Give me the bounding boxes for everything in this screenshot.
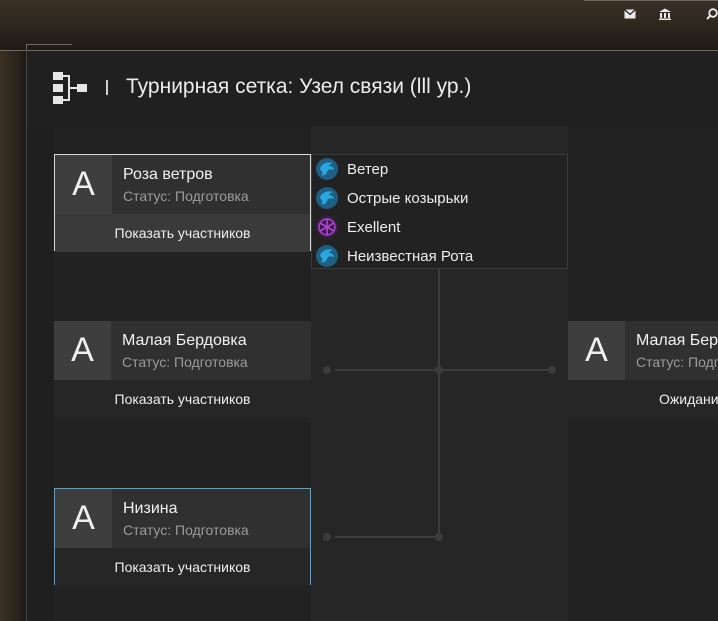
participant-name: Острые козырьки: [347, 190, 469, 207]
team-avatar: A: [568, 321, 625, 380]
eagle-emblem-icon: [315, 186, 339, 210]
waiting-button[interactable]: Ожидани: [568, 380, 718, 418]
bracket-tree-icon: [53, 72, 89, 104]
team-status: Статус: Подготовка: [123, 522, 249, 538]
team-name: Малая Бер: [636, 332, 718, 349]
team-name: Малая Бердовка: [122, 332, 247, 349]
team-name: Роза ветров: [123, 166, 213, 183]
bank-icon[interactable]: [658, 8, 672, 22]
participant-name: Exellent: [347, 219, 401, 236]
team-name: Низина: [123, 500, 178, 517]
header-separator: [106, 80, 108, 95]
team-avatar: A: [55, 155, 112, 214]
list-item[interactable]: Острые козырьки: [312, 184, 567, 212]
team-avatar: A: [55, 489, 112, 548]
list-item[interactable]: Неизвестная Рота: [312, 242, 567, 270]
show-participants-button[interactable]: Показать участников: [55, 214, 310, 252]
bracket-connectors: [323, 269, 556, 541]
eagle-emblem-icon: [315, 244, 339, 268]
participant-name: Ветер: [347, 161, 389, 178]
participant-name: Неизвестная Рота: [347, 248, 474, 265]
eagle-emblem-icon: [315, 157, 339, 181]
top-bar: [584, 0, 718, 27]
participants-list: Ветер Острые козырьки Exellent Неизвестн…: [311, 154, 568, 269]
list-item[interactable]: Ветер: [312, 155, 567, 183]
rune-emblem-icon: [315, 215, 339, 239]
mail-icon[interactable]: [624, 9, 636, 21]
team-status: Статус: Подготовка: [123, 188, 249, 204]
frame-left-line: [26, 50, 27, 621]
team-card[interactable]: A Роза ветров Статус: Подготовка Показат…: [54, 154, 311, 252]
team-card[interactable]: A Малая Бердовка Статус: Подготовка Пока…: [54, 321, 311, 418]
show-participants-button[interactable]: Показать участников: [55, 548, 310, 586]
search-icon[interactable]: [706, 8, 718, 22]
list-item[interactable]: Exellent: [312, 213, 567, 241]
team-card[interactable]: A Малая Бер Статус: Подго Ожидани: [568, 321, 718, 418]
show-participants-button[interactable]: Показать участников: [54, 380, 311, 418]
team-avatar: A: [54, 321, 111, 380]
team-status: Статус: Подготовка: [122, 354, 248, 370]
page-title: Турнирная сетка: Узел связи (lll ур.): [126, 75, 472, 98]
team-status: Статус: Подго: [636, 354, 718, 370]
team-card[interactable]: A Низина Статус: Подготовка Показать уча…: [54, 488, 311, 586]
